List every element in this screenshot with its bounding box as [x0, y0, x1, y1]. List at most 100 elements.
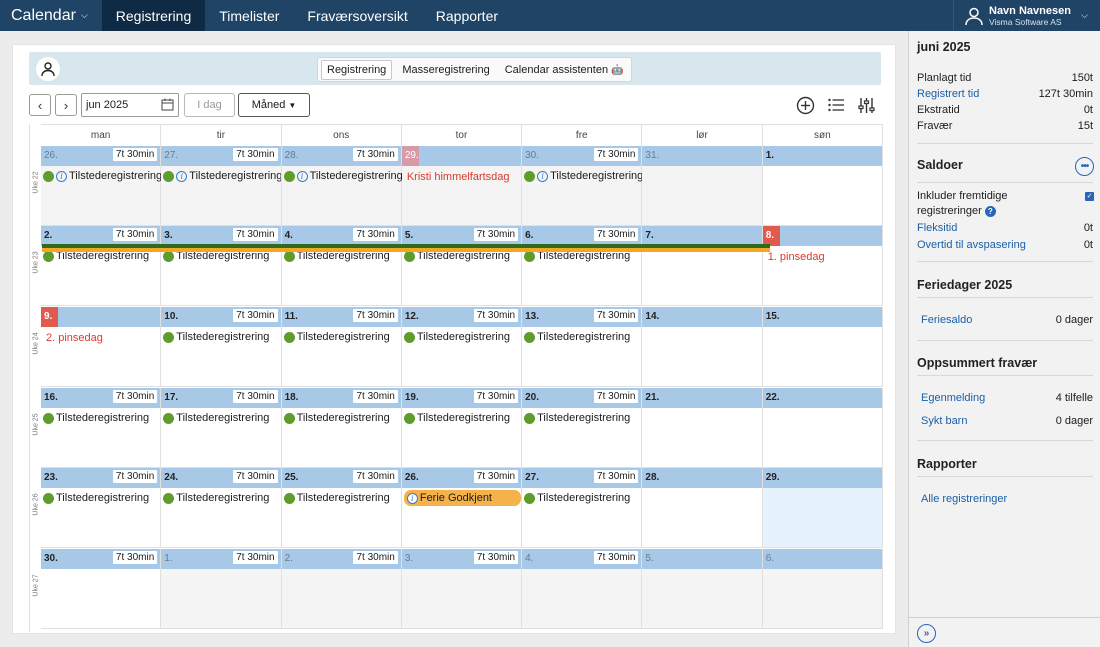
day-cell[interactable]: 6. 7t 30min Tilstederegistrering [522, 226, 643, 306]
registration-event[interactable]: Tilstederegistrering [283, 492, 402, 504]
day-cell[interactable]: 3. 7t 30min Tilstederegistrering [161, 226, 282, 306]
day-header[interactable]: 21. [642, 388, 762, 408]
day-cell[interactable]: 2. 7t 30min [281, 549, 402, 629]
day-header[interactable]: 2. 7t 30min [281, 549, 401, 569]
vacation-balance-row[interactable]: Feriesaldo 0 dager [917, 314, 1093, 326]
day-header[interactable]: 27. 7t 30min [161, 146, 281, 166]
vacation-event[interactable]: i Ferie Godkjent [403, 490, 521, 506]
previous-month-button[interactable]: ‹ [29, 94, 51, 116]
day-cell[interactable]: 24. 7t 30min Tilstederegistrering [161, 468, 282, 548]
day-cell[interactable]: 20. 7t 30min Tilstederegistrering [522, 388, 643, 468]
day-header[interactable]: 7. [642, 226, 762, 246]
day-cell[interactable]: 27. 7t 30min Tilstederegistrering [522, 468, 643, 548]
absence-row-egenmelding[interactable]: Egenmelding 4 tilfelle [917, 392, 1093, 404]
day-cell[interactable]: 28. [642, 468, 763, 548]
collapse-sidebar-icon[interactable]: » [917, 624, 936, 643]
day-header[interactable]: 5. [642, 549, 762, 569]
day-cell[interactable]: 26. 7t 30min i Tilstederegistrering [41, 146, 162, 226]
registration-event[interactable]: i Tilstederegistrering [524, 170, 642, 182]
day-header[interactable]: 8. [762, 226, 882, 246]
view-selector[interactable]: Måned ▼ [238, 93, 310, 117]
nav-registrering[interactable]: Registrering [101, 0, 206, 31]
day-cell[interactable]: 14. [642, 307, 763, 387]
tab-masseregistrering[interactable]: Masseregistrering [397, 61, 494, 79]
day-cell[interactable]: 17. 7t 30min Tilstederegistrering [161, 388, 282, 468]
day-header[interactable]: 19. 7t 30min [401, 388, 522, 408]
all-registrations-link-row[interactable]: Alle registreringer [917, 493, 1093, 505]
day-header[interactable]: 20. 7t 30min [522, 388, 642, 408]
registration-event[interactable]: Tilstederegistrering [283, 412, 402, 424]
include-future-checkbox[interactable]: ✓ [1085, 192, 1094, 201]
nav-rapporter[interactable]: Rapporter [422, 0, 512, 31]
registration-event[interactable]: Tilstederegistrering [283, 331, 402, 343]
day-cell[interactable]: 5. 7t 30min Tilstederegistrering [401, 226, 523, 306]
day-cell[interactable]: 10. 7t 30min Tilstederegistrering [161, 307, 282, 387]
month-picker-input[interactable]: jun 2025 [81, 93, 179, 117]
day-cell[interactable]: 13. 7t 30min Tilstederegistrering [522, 307, 643, 387]
day-cell[interactable]: 30. 7t 30min i Tilstederegistrering [522, 146, 643, 226]
tab-calendar-assistenten[interactable]: Calendar assistenten 🤖 [500, 61, 629, 79]
nav-timelister[interactable]: Timelister [205, 0, 293, 31]
day-cell[interactable]: 25. 7t 30min Tilstederegistrering [281, 468, 402, 548]
registration-event[interactable]: i Tilstederegistrering [43, 170, 161, 182]
day-header[interactable]: 3. 7t 30min [401, 549, 522, 569]
day-cell[interactable]: 4. 7t 30min [522, 549, 643, 629]
day-header[interactable]: 13. 7t 30min [522, 307, 642, 327]
day-cell[interactable]: 2. 7t 30min Tilstederegistrering [41, 226, 162, 306]
day-cell[interactable]: 12. 7t 30min Tilstederegistrering [401, 307, 523, 387]
day-header[interactable]: 1. [762, 146, 882, 166]
day-cell[interactable]: 22. [762, 388, 883, 468]
registration-event[interactable]: Tilstederegistrering [163, 412, 281, 424]
day-header[interactable]: 30. 7t 30min [522, 146, 642, 166]
day-header[interactable]: 4. 7t 30min [281, 226, 401, 246]
registration-event[interactable]: Tilstederegistrering [524, 412, 642, 424]
day-header[interactable]: 3. 7t 30min [161, 226, 281, 246]
day-header[interactable]: 30. 7t 30min [41, 549, 161, 569]
day-header[interactable]: 22. [762, 388, 882, 408]
add-icon[interactable] [795, 95, 815, 115]
day-header[interactable]: 4. 7t 30min [522, 549, 642, 569]
calendar-icon[interactable] [161, 98, 174, 111]
day-header[interactable]: 27. 7t 30min [522, 468, 642, 488]
day-header[interactable]: 9. [41, 307, 161, 327]
info-icon[interactable]: i [296, 170, 308, 182]
info-icon[interactable]: i [56, 170, 67, 182]
registration-event[interactable]: Tilstederegistrering [524, 492, 642, 504]
registration-event[interactable]: Tilstederegistrering [43, 412, 161, 424]
day-cell[interactable]: 16. 7t 30min Tilstederegistrering [41, 388, 162, 468]
day-cell[interactable]: 18. 7t 30min Tilstederegistrering [281, 388, 402, 468]
day-cell[interactable]: 7. [642, 226, 763, 306]
day-header[interactable]: 29. [401, 146, 522, 166]
more-options-icon[interactable]: ••• [1075, 157, 1094, 176]
help-icon[interactable]: ? [984, 205, 996, 217]
user-menu[interactable]: Navn Navnesen Visma Software AS ⌵ [953, 0, 1100, 31]
next-month-button[interactable]: › [55, 94, 77, 116]
multi-day-bar-orange[interactable] [42, 248, 770, 252]
day-header[interactable]: 25. 7t 30min [281, 468, 401, 488]
day-header[interactable]: 31. [642, 146, 762, 166]
day-cell[interactable]: 29. Kristi himmelfartsdag [401, 146, 523, 226]
balance-row-overtime[interactable]: Overtid til avspasering 0t [917, 239, 1093, 251]
day-header[interactable]: 24. 7t 30min [161, 468, 281, 488]
day-cell[interactable]: 6. [762, 549, 883, 629]
app-switcher[interactable]: Calendar ⌵ [0, 0, 102, 31]
day-cell[interactable]: 9. 2. pinsedag [41, 307, 162, 387]
absence-row-sykt-barn[interactable]: Sykt barn 0 dager [917, 415, 1093, 427]
registration-event[interactable]: Tilstederegistrering [163, 331, 281, 343]
day-header[interactable]: 17. 7t 30min [161, 388, 281, 408]
day-header[interactable]: 14. [642, 307, 762, 327]
registration-event[interactable]: Tilstederegistrering [524, 331, 642, 343]
today-button[interactable]: I dag [184, 93, 235, 117]
day-cell[interactable]: 19. 7t 30min Tilstederegistrering [401, 388, 523, 468]
day-header[interactable]: 6. 7t 30min [522, 226, 642, 246]
day-header[interactable]: 1. 7t 30min [161, 549, 281, 569]
registration-event[interactable]: i Tilstederegistrering [163, 170, 281, 182]
day-cell[interactable]: 1. 7t 30min [161, 549, 282, 629]
day-cell[interactable]: 26. 7t 30min i Ferie Godkjent [401, 468, 523, 548]
day-header[interactable]: 16. 7t 30min [41, 388, 161, 408]
info-icon[interactable]: i [176, 170, 188, 182]
filter-settings-icon[interactable] [856, 95, 876, 115]
day-header[interactable]: 23. 7t 30min [41, 468, 161, 488]
day-cell[interactable]: 30. 7t 30min [41, 549, 162, 629]
day-cell[interactable]: 21. [642, 388, 763, 468]
